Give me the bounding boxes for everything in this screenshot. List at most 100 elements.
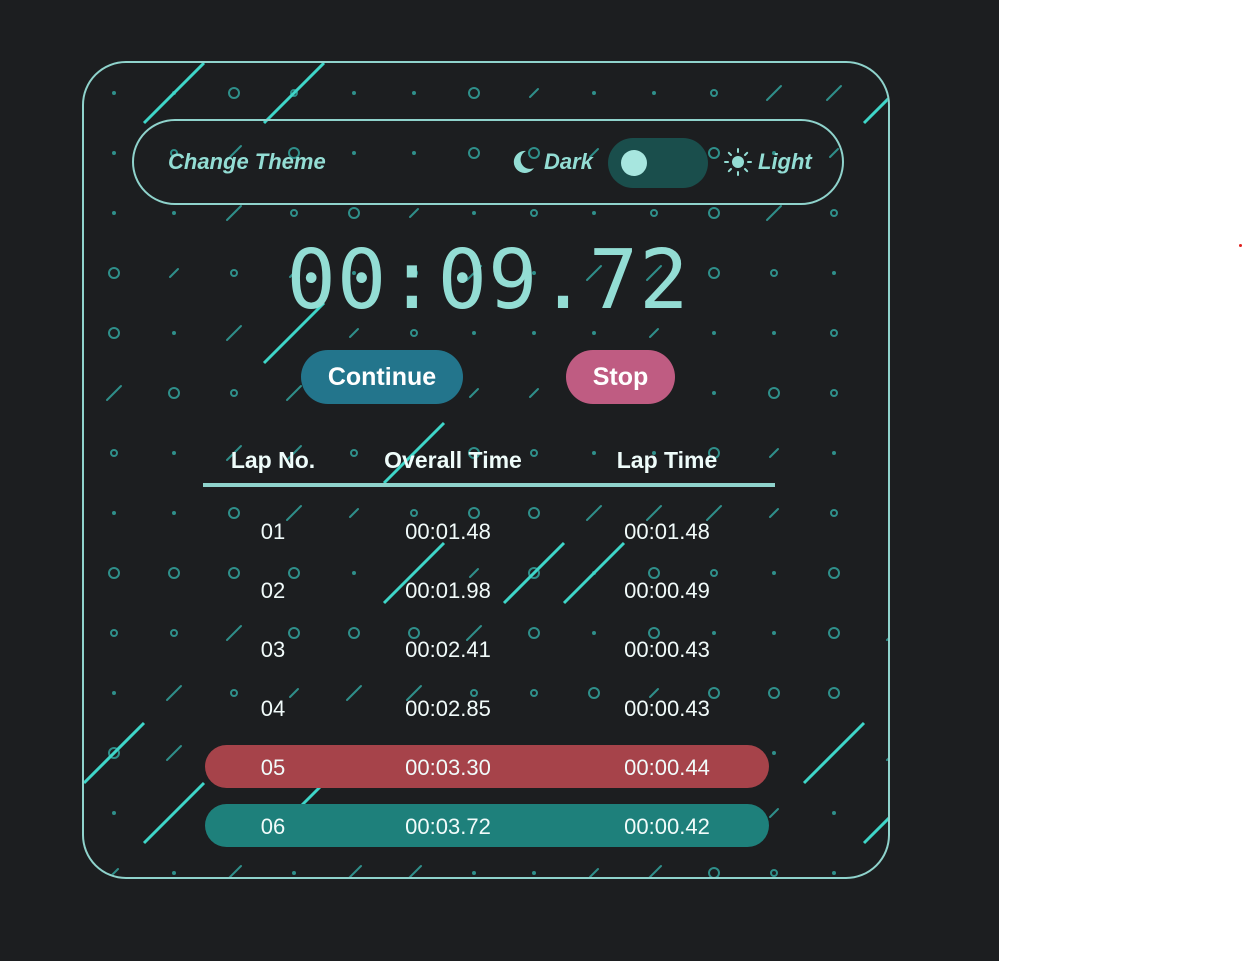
pattern-dash bbox=[226, 205, 242, 221]
pattern-streak bbox=[802, 721, 866, 785]
pattern-dot bbox=[772, 631, 776, 635]
pattern-dash bbox=[826, 85, 842, 101]
pattern-ring bbox=[108, 567, 120, 579]
laps-header: Lap No. Overall Time Lap Time bbox=[203, 441, 775, 487]
pattern-dot bbox=[292, 871, 296, 875]
dark-label: Dark bbox=[544, 149, 593, 174]
light-label: Light bbox=[758, 149, 812, 174]
pattern-ring bbox=[889, 268, 890, 278]
pattern-dot bbox=[352, 91, 356, 95]
pattern-dot bbox=[472, 211, 476, 215]
pattern-ring bbox=[768, 387, 780, 399]
lap-row: 05 00:03.30 00:00.44 bbox=[205, 745, 769, 788]
pattern-dot bbox=[172, 451, 176, 455]
pattern-dash bbox=[408, 865, 422, 877]
pattern-dash bbox=[166, 745, 182, 761]
pattern-dot bbox=[472, 871, 476, 875]
pattern-dash bbox=[529, 88, 539, 98]
lap-row: 02 00:01.98 00:00.49 bbox=[205, 568, 769, 611]
sun-icon bbox=[724, 148, 752, 176]
pattern-dot bbox=[532, 871, 536, 875]
pattern-ring bbox=[168, 387, 180, 399]
pattern-streak bbox=[862, 816, 888, 845]
pattern-streak bbox=[262, 63, 326, 125]
pattern-ring bbox=[290, 209, 298, 217]
lap-number: 06 bbox=[260, 814, 286, 839]
pattern-dash bbox=[769, 808, 779, 818]
pattern-ring bbox=[168, 567, 180, 579]
pattern-dot bbox=[112, 811, 116, 815]
theme-toggle[interactable] bbox=[608, 138, 708, 188]
pattern-dash bbox=[106, 385, 122, 401]
pattern-ring bbox=[889, 148, 890, 158]
stop-button[interactable]: Stop bbox=[566, 350, 675, 404]
pattern-dash bbox=[166, 685, 182, 701]
lap-time: 00:00.44 bbox=[624, 755, 710, 780]
pattern-dash bbox=[769, 508, 779, 518]
continue-button[interactable]: Continue bbox=[301, 350, 463, 404]
theme-switcher-bar: Change Theme Dark Light bbox=[132, 119, 844, 205]
lap-number: 01 bbox=[260, 519, 286, 544]
pattern-ring bbox=[828, 687, 840, 699]
lap-row: 03 00:02.41 00:00.43 bbox=[205, 627, 769, 670]
pattern-ring bbox=[828, 627, 840, 639]
pattern-streak bbox=[862, 96, 888, 125]
pattern-dot bbox=[112, 151, 116, 155]
pattern-dash bbox=[766, 85, 782, 101]
pattern-ring bbox=[830, 389, 838, 397]
stray-pixel bbox=[1239, 244, 1242, 247]
pattern-dash bbox=[109, 868, 119, 877]
pattern-dash bbox=[886, 637, 888, 641]
pattern-dash bbox=[766, 205, 782, 221]
lap-number: 02 bbox=[260, 578, 286, 603]
pattern-ring bbox=[230, 389, 238, 397]
pattern-ring bbox=[170, 629, 178, 637]
lap-row: 06 00:03.72 00:00.42 bbox=[205, 804, 769, 847]
moon-icon bbox=[513, 150, 534, 173]
pattern-ring bbox=[830, 509, 838, 517]
pattern-dot bbox=[412, 91, 416, 95]
pattern-dot bbox=[472, 331, 476, 335]
pattern-dot bbox=[112, 211, 116, 215]
pattern-dash bbox=[348, 865, 362, 877]
pattern-streak bbox=[142, 781, 206, 845]
pattern-ring bbox=[710, 89, 718, 97]
pattern-dot bbox=[532, 331, 536, 335]
lap-time: 00:00.49 bbox=[624, 578, 710, 603]
lap-row: 04 00:02.85 00:00.43 bbox=[205, 686, 769, 729]
overall-time: 00:03.30 bbox=[405, 755, 491, 780]
pattern-ring bbox=[110, 629, 118, 637]
pattern-dot bbox=[652, 91, 656, 95]
pattern-ring bbox=[708, 867, 720, 877]
lap-time: 00:01.48 bbox=[624, 519, 710, 544]
pattern-dash bbox=[648, 865, 662, 877]
pattern-ring bbox=[889, 808, 890, 818]
pattern-dot bbox=[592, 211, 596, 215]
pattern-dot bbox=[712, 391, 716, 395]
pattern-dot bbox=[112, 511, 116, 515]
lap-number: 05 bbox=[260, 755, 286, 780]
pattern-dot bbox=[172, 211, 176, 215]
header-lap-time: Lap Time bbox=[616, 447, 718, 473]
toggle-knob[interactable] bbox=[621, 150, 647, 176]
pattern-ring bbox=[768, 687, 780, 699]
header-overall-time: Overall Time bbox=[384, 447, 522, 473]
pattern-dash bbox=[228, 865, 242, 877]
pattern-ring bbox=[770, 869, 778, 877]
pattern-dash bbox=[529, 388, 539, 398]
pattern-dot bbox=[172, 871, 176, 875]
pattern-dash bbox=[409, 208, 419, 218]
lap-time: 00:00.42 bbox=[624, 814, 710, 839]
pattern-dot bbox=[172, 511, 176, 515]
pattern-streak bbox=[142, 63, 206, 125]
pattern-ring bbox=[830, 209, 838, 217]
pattern-ring bbox=[828, 567, 840, 579]
header-lap-no: Lap No. bbox=[230, 447, 316, 473]
pattern-dot bbox=[592, 91, 596, 95]
pattern-dot bbox=[112, 91, 116, 95]
pattern-dot bbox=[172, 331, 176, 335]
timer-display: 00:09.72 bbox=[286, 233, 690, 328]
pattern-ring bbox=[650, 209, 658, 217]
lap-row: 01 00:01.48 00:01.48 bbox=[205, 509, 769, 552]
pattern-dot bbox=[592, 331, 596, 335]
